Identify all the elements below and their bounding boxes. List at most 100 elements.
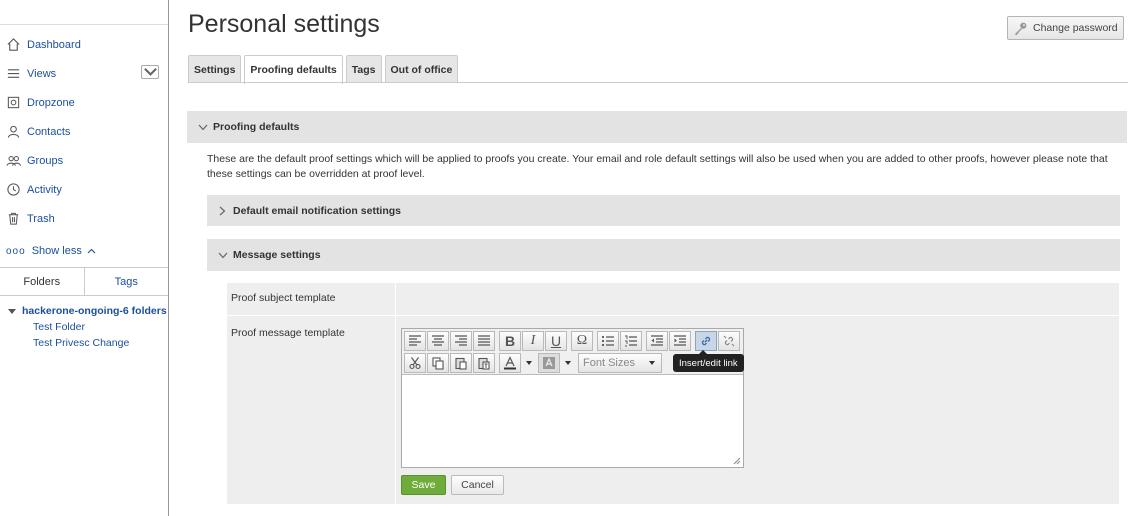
paste-button[interactable] — [450, 353, 472, 373]
background-color-button[interactable] — [538, 353, 560, 373]
resize-handle-icon[interactable] — [733, 457, 741, 465]
align-right-button[interactable] — [450, 331, 472, 351]
message-template-editor: B I U Ω Font Sizes Insert/edit link — [401, 328, 744, 468]
subject-row — [227, 283, 1119, 316]
tree-root-folder[interactable]: hackerone-ongoing-6 folders — [8, 305, 167, 317]
paste-text-icon — [478, 357, 490, 370]
text-color-dropdown[interactable] — [522, 353, 536, 373]
sidebar-nav: Dashboard Views Dropzone Contacts Groups… — [0, 30, 168, 233]
tree-item-test-folder[interactable]: Test Folder — [33, 321, 167, 333]
more-dots-icon: ooo — [6, 245, 26, 257]
copy-button[interactable] — [427, 353, 449, 373]
numbered-list-icon — [625, 335, 637, 347]
sidebar-item-label: Dashboard — [27, 38, 81, 51]
editor-toolbar: B I U Ω Font Sizes Insert/edit link — [402, 329, 744, 375]
indent-icon — [674, 335, 686, 346]
underline-button[interactable]: U — [545, 331, 567, 351]
underline-icon: U — [550, 333, 562, 349]
insert-link-tooltip: Insert/edit link — [673, 350, 744, 372]
link-icon — [701, 336, 711, 346]
message-settings-form: Proof subject template Proof message tem… — [227, 283, 1119, 504]
sidebar-item-groups[interactable]: Groups — [0, 146, 168, 175]
unlink-icon — [723, 335, 735, 347]
groups-icon — [6, 153, 21, 168]
form-column-divider — [395, 283, 396, 504]
align-center-button[interactable] — [427, 331, 449, 351]
bullet-list-button[interactable] — [597, 331, 619, 351]
views-expand-toggle[interactable] — [141, 65, 159, 79]
sidebar-item-activity[interactable]: Activity — [0, 175, 168, 204]
numbered-list-button[interactable] — [620, 331, 642, 351]
sidebar-item-views[interactable]: Views — [0, 59, 168, 88]
folder-tree: hackerone-ongoing-6 folders Test Folder … — [8, 305, 167, 349]
background-color-icon — [543, 357, 555, 369]
section-title: Message settings — [233, 249, 321, 261]
change-password-label: Change password — [1033, 22, 1118, 34]
bold-button[interactable]: B — [499, 331, 521, 351]
contact-icon — [6, 124, 21, 139]
sidebar-item-trash[interactable]: Trash — [0, 204, 168, 233]
sidebar-divider — [0, 24, 168, 25]
align-left-button[interactable] — [404, 331, 426, 351]
chevron-down-icon — [143, 67, 157, 76]
paste-icon — [455, 357, 467, 370]
sidebar-item-label: Views — [27, 67, 57, 80]
omega-icon: Ω — [576, 333, 588, 348]
tab-tags[interactable]: Tags — [345, 55, 382, 83]
sidebar-item-contacts[interactable]: Contacts — [0, 117, 168, 146]
bullet-list-icon — [601, 335, 614, 347]
tab-tags[interactable]: Tags — [85, 268, 169, 295]
tree-item-test-privesc-change[interactable]: Test Privesc Change — [33, 337, 167, 349]
email-notification-section-header[interactable]: Default email notification settings — [207, 195, 1120, 226]
sidebar-item-label: Trash — [27, 212, 55, 225]
folder-tabs: Folders Tags — [0, 267, 168, 296]
clock-icon — [6, 182, 21, 197]
cancel-button[interactable]: Cancel — [451, 475, 504, 495]
proofing-description: These are the default proof settings whi… — [207, 153, 1108, 180]
font-sizes-label: Font Sizes — [583, 357, 635, 369]
message-settings-section-header[interactable]: Message settings — [207, 239, 1120, 271]
insert-link-button[interactable] — [695, 331, 717, 351]
tab-out-of-office[interactable]: Out of office — [384, 55, 459, 83]
proofing-defaults-section-header[interactable]: Proofing defaults — [187, 111, 1127, 143]
align-center-icon — [432, 335, 444, 346]
page-title: Personal settings — [188, 10, 380, 38]
text-color-button[interactable] — [499, 353, 521, 373]
settings-tabs: Settings Proofing defaults Tags Out of o… — [188, 55, 461, 84]
section-title: Default email notification settings — [233, 204, 402, 217]
italic-button[interactable]: I — [522, 331, 544, 351]
trash-icon — [6, 211, 21, 226]
show-less-toggle[interactable]: ooo Show less — [6, 245, 96, 257]
sidebar-item-label: Activity — [27, 183, 62, 196]
justify-button[interactable] — [473, 331, 495, 351]
sidebar-item-dropzone[interactable]: Dropzone — [0, 88, 168, 117]
caret-down-icon — [649, 361, 655, 365]
section-title: Proofing defaults — [213, 121, 300, 133]
align-right-icon — [455, 335, 467, 346]
tree-root-label: hackerone-ongoing-6 folders — [22, 305, 167, 317]
font-sizes-select[interactable]: Font Sizes — [578, 353, 662, 373]
caret-down-icon — [526, 361, 532, 365]
chevron-right-icon — [217, 205, 228, 216]
subject-template-label: Proof subject template — [231, 292, 336, 304]
outdent-icon — [651, 335, 663, 346]
tab-proofing-defaults[interactable]: Proofing defaults — [244, 55, 343, 84]
indent-button[interactable] — [669, 331, 691, 351]
show-less-label: Show less — [31, 245, 82, 257]
cut-button[interactable] — [404, 353, 426, 373]
caret-down-icon — [8, 308, 16, 314]
unlink-button[interactable] — [718, 331, 740, 351]
change-password-button[interactable]: Change password — [1007, 16, 1124, 40]
copy-icon — [432, 357, 444, 370]
sidebar-item-dashboard[interactable]: Dashboard — [0, 30, 168, 59]
italic-icon: I — [530, 333, 536, 348]
save-button[interactable]: Save — [401, 475, 446, 495]
chevron-down-icon — [197, 122, 208, 133]
paste-text-button[interactable] — [473, 353, 495, 373]
background-color-dropdown[interactable] — [561, 353, 575, 373]
special-character-button[interactable]: Ω — [571, 331, 593, 351]
tab-folders[interactable]: Folders — [0, 268, 85, 295]
outdent-button[interactable] — [646, 331, 668, 351]
tab-settings[interactable]: Settings — [188, 55, 242, 83]
message-template-label: Proof message template — [231, 327, 345, 339]
